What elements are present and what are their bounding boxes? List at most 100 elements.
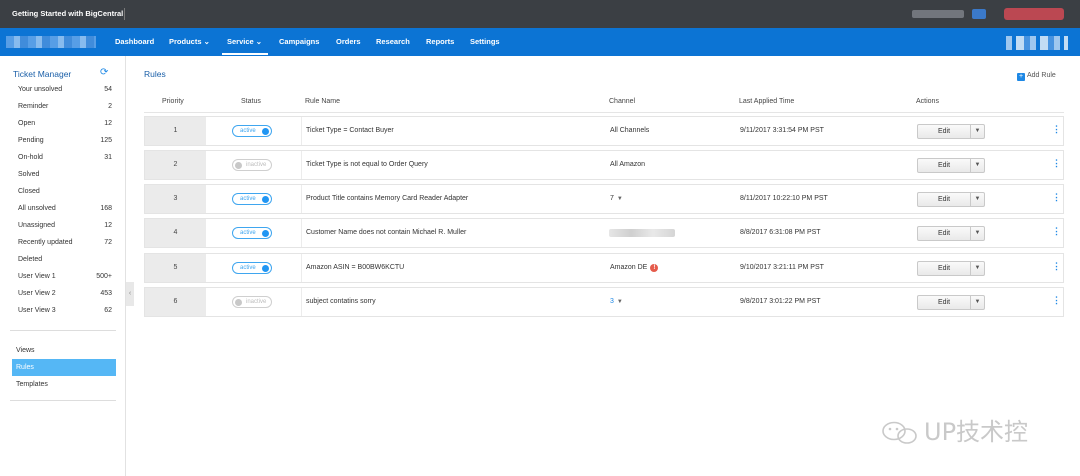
collapse-sidebar-handle[interactable]: ‹ <box>126 282 134 306</box>
nav-reports[interactable]: Reports <box>426 37 454 46</box>
status-toggle[interactable]: active <box>232 262 272 274</box>
status-toggle[interactable]: active <box>232 227 272 239</box>
chevron-down-icon: ⌄ <box>255 37 263 46</box>
more-options-icon[interactable]: ⋮ <box>1052 262 1061 271</box>
sidebar-item-label: Solved <box>18 171 40 178</box>
nav-settings[interactable]: Settings <box>470 37 500 46</box>
sidebar-item-user-view-1[interactable]: User View 1 500+ <box>18 273 114 290</box>
channel-dropdown[interactable]: 7 ▼ <box>610 185 623 213</box>
toggle-knob <box>235 299 242 306</box>
rule-name[interactable]: subject contatins sorry <box>306 288 376 316</box>
divider <box>124 8 125 20</box>
edit-dropdown-chevron-down-icon[interactable]: ▼ <box>970 192 985 207</box>
sidebar-link-templates[interactable]: Templates <box>12 376 116 393</box>
nav-right-controls-blurred[interactable] <box>1006 36 1068 50</box>
nav-research[interactable]: Research <box>376 37 410 46</box>
rule-name[interactable]: Product Title contains Memory Card Reade… <box>306 185 468 213</box>
sidebar-item-unassigned[interactable]: Unassigned 12 <box>18 222 114 239</box>
edit-button[interactable]: Edit <box>917 192 971 207</box>
priority-cell: 2 <box>145 151 206 179</box>
top-bar: Getting Started with BigCentral <box>0 0 1080 28</box>
refresh-icon[interactable]: ⟳ <box>100 67 108 78</box>
nav-campaigns[interactable]: Campaigns <box>279 37 319 46</box>
notification-blurred[interactable] <box>972 9 986 19</box>
status-label: active <box>240 128 256 134</box>
sidebar-item-label: User View 3 <box>18 307 56 314</box>
sidebar-link-rules[interactable]: Rules <box>12 359 116 376</box>
last-applied-time: 8/11/2017 10:22:10 PM PST <box>740 195 828 202</box>
nav-orders[interactable]: Orders <box>336 37 361 46</box>
edit-dropdown-chevron-down-icon[interactable]: ▼ <box>970 226 985 241</box>
rule-name[interactable]: Ticket Type is not equal to Order Query <box>306 151 428 179</box>
priority-cell: 6 <box>145 288 206 316</box>
getting-started-title[interactable]: Getting Started with BigCentral <box>12 9 123 18</box>
warning-icon[interactable]: ! <box>650 264 659 272</box>
edit-dropdown-chevron-down-icon[interactable]: ▼ <box>970 261 985 276</box>
user-info-blurred <box>912 10 964 18</box>
nav-dashboard[interactable]: Dashboard <box>115 37 154 46</box>
nav-service[interactable]: Service ⌄ <box>227 37 262 46</box>
sidebar-item-reminder[interactable]: Reminder 2 <box>18 103 114 120</box>
channel-count: 3 <box>610 298 614 305</box>
edit-button[interactable]: Edit <box>917 261 971 276</box>
sidebar-item-label: User View 2 <box>18 290 56 297</box>
edit-dropdown-chevron-down-icon[interactable]: ▼ <box>970 295 985 310</box>
rule-name[interactable]: Amazon ASIN = B00BW6KCTU <box>306 254 404 282</box>
add-rule-button[interactable]: + Add Rule <box>1017 72 1056 81</box>
nav-products[interactable]: Products ⌄ <box>169 37 210 46</box>
sidebar-item-label: On-hold <box>18 154 43 161</box>
edit-button[interactable]: Edit <box>917 295 971 310</box>
status-toggle[interactable]: active <box>232 125 272 137</box>
sidebar-title: Ticket Manager <box>13 69 72 79</box>
logo[interactable] <box>6 36 96 48</box>
more-options-icon[interactable]: ⋮ <box>1052 227 1061 236</box>
caret-down-icon: ▼ <box>616 196 623 202</box>
channel-label: Amazon DE <box>610 264 648 271</box>
rule-name[interactable]: Ticket Type = Contact Buyer <box>306 117 394 145</box>
edit-button[interactable]: Edit <box>917 226 971 241</box>
account-button-blurred[interactable] <box>1004 8 1064 20</box>
sidebar-link-views[interactable]: Views <box>12 342 116 359</box>
watermark-text: UP技术控 <box>924 418 1029 446</box>
edit-dropdown-chevron-down-icon[interactable]: ▼ <box>970 124 985 139</box>
status-label: inactive <box>246 162 267 168</box>
page-title: Rules <box>144 69 166 79</box>
more-options-icon[interactable]: ⋮ <box>1052 159 1061 168</box>
sidebar-item-deleted[interactable]: Deleted <box>18 256 114 273</box>
sidebar-item-open[interactable]: Open 12 <box>18 120 114 137</box>
sidebar-item-label: Your unsolved <box>18 86 63 93</box>
more-options-icon[interactable]: ⋮ <box>1052 296 1061 305</box>
table-row: 1 active Ticket Type = Contact Buyer All… <box>144 116 1064 146</box>
status-label: active <box>240 230 256 236</box>
sidebar-item-count: 168 <box>100 205 112 212</box>
edit-button[interactable]: Edit <box>917 158 971 173</box>
sidebar-item-pending[interactable]: Pending 125 <box>18 137 114 154</box>
status-toggle[interactable]: active <box>232 193 272 205</box>
sidebar-item-count: 12 <box>104 222 112 229</box>
channel-count: 7 <box>610 195 614 202</box>
sidebar-item-on-hold[interactable]: On-hold 31 <box>18 154 114 171</box>
sidebar-item-count: 54 <box>104 86 112 93</box>
more-options-icon[interactable]: ⋮ <box>1052 193 1061 202</box>
status-toggle[interactable]: inactive <box>232 159 272 171</box>
sidebar-item-all-unsolved[interactable]: All unsolved 168 <box>18 205 114 222</box>
priority-cell: 3 <box>145 185 206 213</box>
edit-dropdown-chevron-down-icon[interactable]: ▼ <box>970 158 985 173</box>
rule-name[interactable]: Customer Name does not contain Michael R… <box>306 219 466 247</box>
more-options-icon[interactable]: ⋮ <box>1052 125 1061 134</box>
sidebar-item-closed[interactable]: Closed <box>18 188 114 205</box>
status-label: active <box>240 196 256 202</box>
sidebar-item-recently-updated[interactable]: Recently updated 72 <box>18 239 114 256</box>
last-applied-time: 8/8/2017 6:31:08 PM PST <box>740 229 821 236</box>
status-toggle[interactable]: inactive <box>232 296 272 308</box>
sidebar-item-your-unsolved[interactable]: Your unsolved 54 <box>18 86 114 103</box>
divider <box>10 400 116 401</box>
edit-button[interactable]: Edit <box>917 124 971 139</box>
sidebar-item-count: 500+ <box>96 273 112 280</box>
sidebar-item-user-view-2[interactable]: User View 2 453 <box>18 290 114 307</box>
plus-icon: + <box>1017 73 1025 81</box>
sidebar-item-solved[interactable]: Solved <box>18 171 114 188</box>
sidebar-item-count: 72 <box>104 239 112 246</box>
channel-dropdown[interactable]: 3 ▼ <box>610 288 623 316</box>
sidebar-item-user-view-3[interactable]: User View 3 62 <box>18 307 114 324</box>
